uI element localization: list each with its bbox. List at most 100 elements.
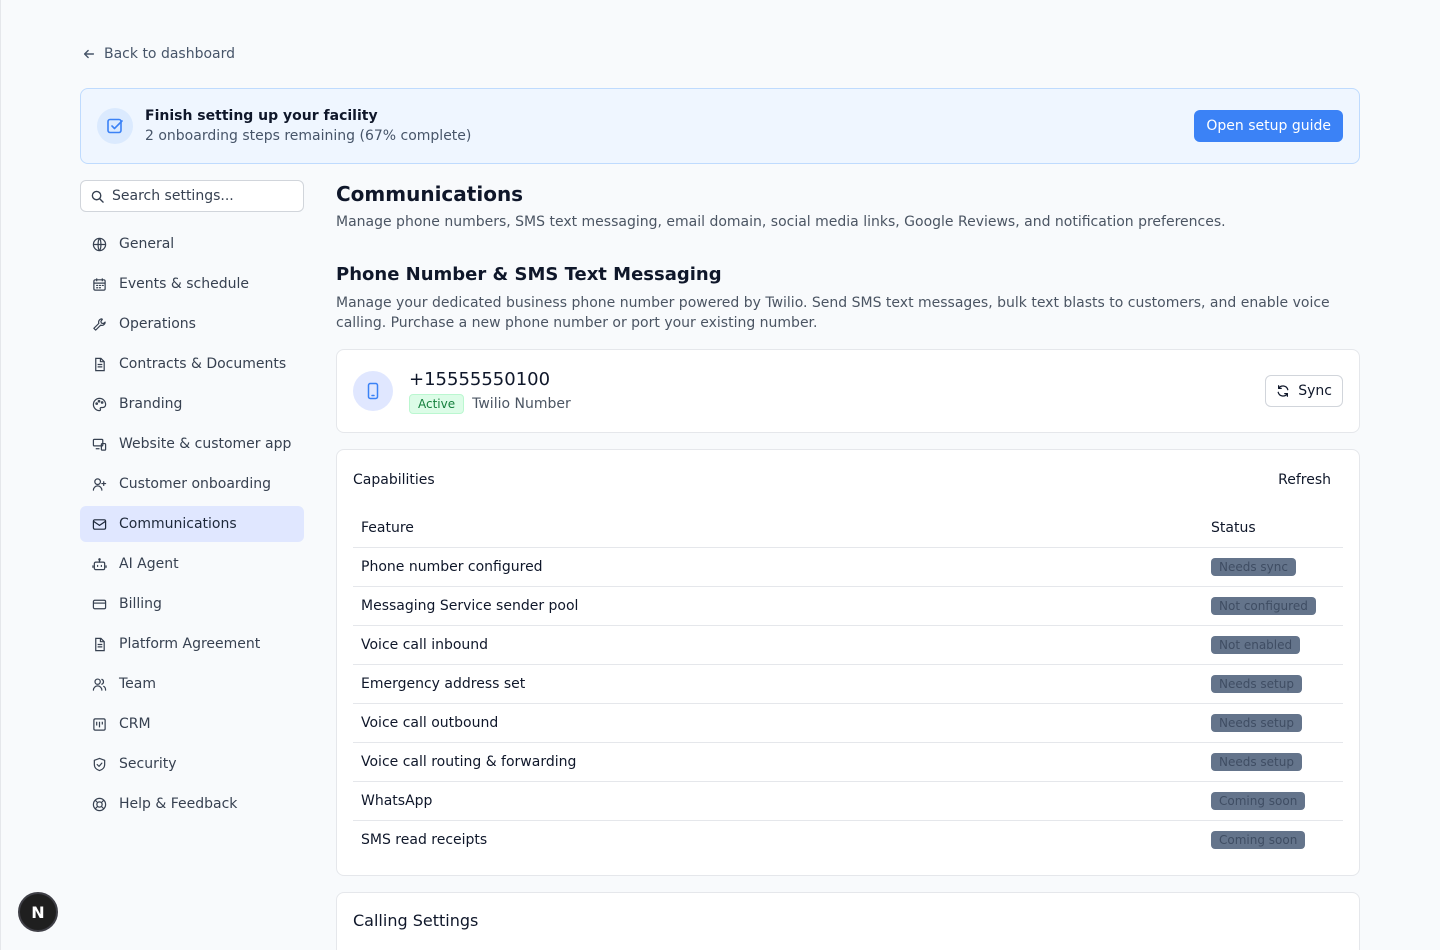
table-row: WhatsApp Coming soon (353, 781, 1343, 821)
feature-cell: WhatsApp (353, 781, 1203, 821)
table-row: SMS read receipts Coming soon (353, 820, 1343, 859)
status-badge: Not enabled (1211, 635, 1301, 654)
open-setup-guide-button[interactable]: Open setup guide (1194, 110, 1343, 142)
status-badge: Coming soon (1211, 830, 1306, 849)
status-badge: Needs setup (1211, 752, 1302, 771)
sidebar-item-events-schedule[interactable]: Events & schedule (80, 266, 304, 302)
sidebar-item-platform-agreement[interactable]: Platform Agreement (80, 626, 304, 662)
table-row: Voice call routing & forwarding Needs se… (353, 742, 1343, 782)
sidebar-item-label: Team (119, 676, 157, 692)
sidebar-item-label: Security (119, 756, 177, 772)
capabilities-card: Capabilities Refresh Feature Status Phon… (336, 449, 1360, 876)
status-badge: Needs sync (1211, 557, 1296, 576)
shield-icon (93, 757, 106, 771)
section-description: Manage your dedicated business phone num… (336, 295, 1330, 331)
sidebar-item-help-feedback[interactable]: Help & Feedback (80, 786, 304, 822)
table-row: Messaging Service sender pool Not config… (353, 586, 1343, 626)
user-plus-icon (92, 477, 107, 491)
sidebar-item-billing[interactable]: Billing (80, 586, 304, 622)
feature-cell: SMS read receipts (361, 831, 488, 848)
phone-number: +15555550100 (409, 368, 551, 390)
sidebar-item-crm[interactable]: CRM (80, 706, 304, 742)
status-badge: Needs setup (1211, 713, 1302, 732)
table-row: Emergency address set Needs setup (353, 664, 1343, 704)
status-badge: Active (409, 393, 465, 414)
settings-sidebar: General Events & schedule Operations Con… (80, 226, 304, 826)
phone-type: Twilio Number (472, 395, 571, 412)
feature-cell: Voice call inbound (353, 625, 1203, 665)
column-header-feature: Feature (353, 510, 1203, 548)
sidebar-item-label: CRM (119, 716, 151, 732)
phone-number-card: +15555550100 Active Twilio Number Sync (336, 349, 1360, 433)
table-header-row: Feature Status (353, 510, 1343, 548)
feature-cell: Voice call routing & forwarding (353, 742, 1203, 782)
table-row: Voice call outbound Needs setup (353, 703, 1343, 743)
sidebar-item-label: Platform Agreement (119, 636, 261, 652)
crm-icon (93, 717, 106, 731)
page-edge (0, 0, 1, 950)
calendar-icon (93, 277, 106, 291)
sidebar-item-label: Customer onboarding (119, 476, 271, 492)
back-to-dashboard-link[interactable]: Back to dashboard (82, 46, 235, 62)
sidebar-item-label: Help & Feedback (119, 796, 238, 812)
feature-cell: Messaging Service sender pool (353, 586, 1203, 626)
banner-title: Finish setting up your facility (145, 108, 378, 124)
checklist-icon (97, 108, 133, 144)
feature-cell: Emergency address set (353, 664, 1203, 704)
banner-subtitle: 2 onboarding steps remaining (67% comple… (145, 128, 472, 144)
capabilities-title: Capabilities (353, 472, 435, 488)
sidebar-item-label: Operations (119, 316, 196, 332)
table-row: Voice call inbound Not enabled (353, 625, 1343, 665)
sidebar-item-operations[interactable]: Operations (80, 306, 304, 342)
search-icon (91, 190, 104, 203)
sidebar-item-ai-agent[interactable]: AI Agent (80, 546, 304, 582)
sidebar-item-label: Contracts & Documents (119, 356, 287, 372)
search-box (80, 180, 304, 212)
wrench-icon (93, 317, 106, 331)
back-link-label: Back to dashboard (104, 46, 236, 62)
sidebar-item-team[interactable]: Team (80, 666, 304, 702)
sync-button[interactable]: Sync (1265, 375, 1343, 407)
dev-tools-badge[interactable]: N (18, 892, 58, 932)
globe-icon (92, 237, 107, 251)
bot-icon (92, 557, 107, 570)
document-icon (95, 637, 105, 651)
status-badge: Needs setup (1211, 674, 1302, 693)
sidebar-item-general[interactable]: General (80, 226, 304, 262)
calling-settings-title: Calling Settings (353, 911, 479, 930)
section-title: Phone Number & SMS Text Messaging (336, 264, 722, 285)
page-description: Manage phone numbers, SMS text messaging… (336, 214, 1226, 230)
status-badge: Not configured (1211, 596, 1316, 615)
devices-icon (92, 438, 107, 451)
sidebar-item-customer-onboarding[interactable]: Customer onboarding (80, 466, 304, 502)
capabilities-table: Feature Status Phone number configured N… (353, 510, 1343, 859)
sidebar-item-website-customer-app[interactable]: Website & customer app (80, 426, 304, 462)
feature-cell: Phone number configured (353, 547, 1203, 587)
sidebar-item-communications[interactable]: Communications (80, 506, 304, 542)
sidebar-item-security[interactable]: Security (80, 746, 304, 782)
sidebar-item-label: Website & customer app (119, 436, 292, 452)
sync-button-label: Sync (1298, 383, 1332, 399)
card-icon (92, 599, 107, 609)
mail-icon (92, 518, 107, 530)
main-content: Communications Manage phone numbers, SMS… (336, 180, 1360, 950)
palette-icon (92, 397, 107, 411)
column-header-status: Status (1203, 510, 1343, 548)
sidebar-item-contracts-documents[interactable]: Contracts & Documents (80, 346, 304, 382)
sidebar-item-label: Events & schedule (119, 276, 249, 292)
refresh-button[interactable]: Refresh (1278, 472, 1331, 488)
search-settings-input[interactable] (112, 188, 292, 204)
sidebar-item-label: Branding (119, 396, 183, 412)
smartphone-icon (353, 371, 393, 411)
table-row: Phone number configured Needs sync (353, 547, 1343, 587)
document-icon (95, 357, 105, 371)
setup-banner: Finish setting up your facility 2 onboar… (80, 88, 1360, 164)
lifebuoy-icon (92, 797, 107, 811)
sidebar-item-label: Communications (119, 516, 237, 532)
page-title: Communications (336, 182, 524, 206)
feature-cell: Voice call outbound (353, 703, 1203, 743)
sidebar-item-label: Billing (119, 596, 162, 612)
sidebar-item-branding[interactable]: Branding (80, 386, 304, 422)
sidebar-item-label: General (119, 236, 175, 252)
status-badge: Coming soon (1211, 791, 1306, 810)
